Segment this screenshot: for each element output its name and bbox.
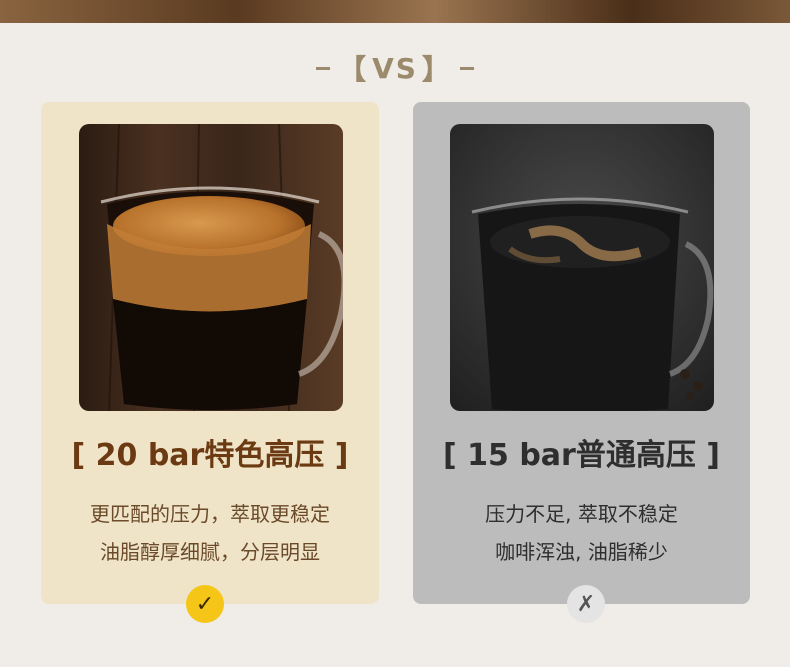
top-photo-strip xyxy=(0,0,790,23)
vs-heading: 【 VS 】 xyxy=(0,48,790,88)
heading-bracket-right: 】 xyxy=(421,53,452,86)
check-icon: ✓ xyxy=(186,585,224,623)
vs-label: VS xyxy=(372,51,418,85)
card-20bar-desc-1: 更匹配的压力，萃取更稳定 xyxy=(90,502,330,526)
card-20bar: [ 20 bar特色高压 ] 更匹配的压力，萃取更稳定 油脂醇厚细腻，分层明显 xyxy=(41,102,379,604)
heading-dash-right xyxy=(459,66,474,70)
card-15bar-desc-1: 压力不足, 萃取不稳定 xyxy=(485,502,678,526)
card-20bar-title: [ 20 bar特色高压 ] xyxy=(71,438,349,473)
card-15bar: [ 15 bar普通高压 ] 压力不足, 萃取不稳定 咖啡浑浊, 油脂稀少 xyxy=(413,102,750,604)
card-15bar-title: [ 15 bar普通高压 ] xyxy=(442,438,721,473)
card-15bar-desc-2: 咖啡浑浊, 油脂稀少 xyxy=(495,540,668,564)
thin-coffee-photo xyxy=(450,124,714,411)
heading-dash-left xyxy=(316,66,331,70)
espresso-crema-photo xyxy=(79,124,343,411)
heading-bracket-left: 【 xyxy=(338,53,369,86)
cross-icon: ✗ xyxy=(567,585,605,623)
card-20bar-desc-2: 油脂醇厚细腻，分层明显 xyxy=(100,540,320,564)
